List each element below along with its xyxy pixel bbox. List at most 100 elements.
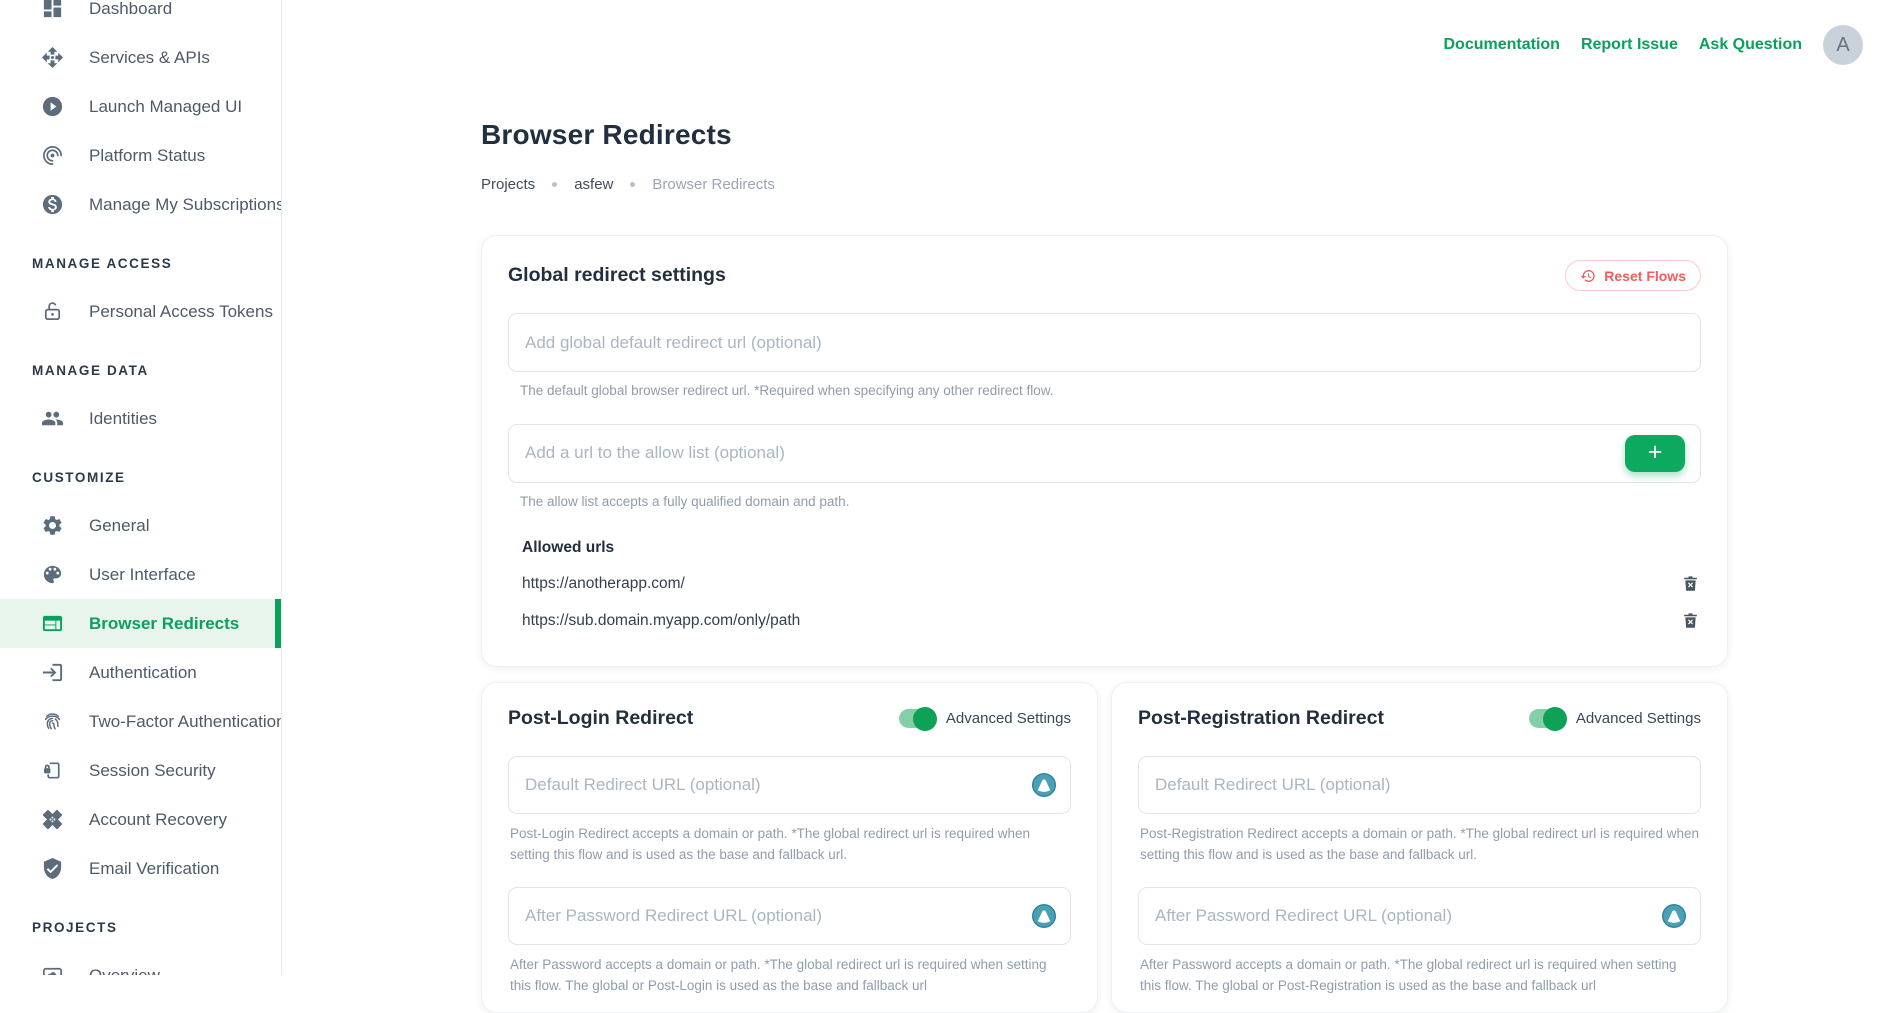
ask-question-link[interactable]: Ask Question <box>1699 36 1802 54</box>
sidebar-item-label: Authentication <box>89 663 197 683</box>
post-registration-advanced-toggle[interactable] <box>1529 709 1565 728</box>
allowed-urls-section: Allowed urls https://anotherapp.com/ htt… <box>522 539 1701 631</box>
documentation-link[interactable]: Documentation <box>1443 36 1559 54</box>
global-default-url-field <box>508 313 1701 372</box>
allowed-url-text: https://sub.domain.myapp.com/only/path <box>522 612 800 630</box>
device-lock-icon <box>40 759 64 783</box>
browser-window-icon <box>40 612 64 636</box>
status-radar-icon <box>40 144 64 168</box>
report-issue-link[interactable]: Report Issue <box>1581 36 1678 54</box>
dollar-circle-icon <box>40 193 64 217</box>
post-login-advanced-toggle[interactable] <box>899 709 935 728</box>
advanced-settings-label: Advanced Settings <box>1576 710 1701 727</box>
sidebar-nav: Dashboard Services & APIs Launch Managed… <box>0 0 281 975</box>
sidebar-item-label: General <box>89 516 149 536</box>
sidebar-item-browser-redirects[interactable]: Browser Redirects <box>0 599 281 648</box>
gear-icon <box>40 514 64 538</box>
reset-flows-button[interactable]: Reset Flows <box>1565 260 1701 291</box>
allowed-url-row: https://sub.domain.myapp.com/only/path <box>522 611 1701 631</box>
breadcrumb-project-name[interactable]: asfew <box>574 176 613 193</box>
global-card-title: Global redirect settings <box>508 264 726 287</box>
post-registration-after-password-input[interactable] <box>1138 887 1701 945</box>
sidebar-item-label: Services & APIs <box>89 48 210 68</box>
sidebar-item-label: Manage My Subscriptions <box>89 195 282 215</box>
sidebar-item-label: Overview <box>89 966 160 976</box>
mountain-badge-icon <box>1031 772 1057 798</box>
dashboard-icon <box>40 0 64 21</box>
palette-icon <box>40 563 64 587</box>
global-default-url-input[interactable] <box>508 313 1701 372</box>
sidebar-item-label: Account Recovery <box>89 810 227 830</box>
post-registration-default-helper: Post-Registration Redirect accepts a dom… <box>1140 824 1700 866</box>
sidebar-section-customize: CUSTOMIZE <box>0 453 281 501</box>
avatar[interactable]: A <box>1823 25 1863 65</box>
breadcrumb-projects[interactable]: Projects <box>481 176 535 193</box>
sidebar-item-session-security[interactable]: Session Security <box>0 746 281 795</box>
sidebar-item-platform-status[interactable]: Platform Status <box>0 131 281 180</box>
post-registration-card-title: Post-Registration Redirect <box>1138 707 1384 730</box>
trash-icon <box>1681 574 1701 593</box>
post-login-after-password-field <box>508 887 1071 945</box>
sidebar-item-label: User Interface <box>89 565 196 585</box>
services-apis-icon <box>40 46 64 70</box>
post-login-after-password-input[interactable] <box>508 887 1071 945</box>
toggle-knob <box>1543 707 1567 731</box>
sidebar-section-manage-data: MANAGE DATA <box>0 346 281 394</box>
sidebar-item-dashboard[interactable]: Dashboard <box>0 0 281 33</box>
allowed-urls-title: Allowed urls <box>522 539 1701 557</box>
shield-check-icon <box>40 857 64 881</box>
login-icon <box>40 661 64 685</box>
allow-list-url-input[interactable] <box>508 424 1701 483</box>
sidebar-item-manage-subscriptions[interactable]: Manage My Subscriptions <box>0 180 281 229</box>
sidebar-item-label: Identities <box>89 409 157 429</box>
global-redirect-settings-card: Global redirect settings Reset Flows The… <box>481 235 1728 667</box>
sidebar-item-label: Platform Status <box>89 146 205 166</box>
delete-url-button[interactable] <box>1681 611 1701 631</box>
sidebar-item-authentication[interactable]: Authentication <box>0 648 281 697</box>
sidebar-section-projects: PROJECTS <box>0 903 281 951</box>
sidebar-item-identities[interactable]: Identities <box>0 394 281 443</box>
post-login-card-title: Post-Login Redirect <box>508 707 693 730</box>
post-registration-after-password-field <box>1138 887 1701 945</box>
post-registration-default-url-input[interactable] <box>1138 756 1701 814</box>
sidebar-item-overview[interactable]: Overview <box>0 951 281 975</box>
allowed-url-row: https://anotherapp.com/ <box>522 574 1701 594</box>
lock-open-icon <box>40 300 64 324</box>
post-login-default-url-input[interactable] <box>508 756 1071 814</box>
post-login-after-password-helper: After Password accepts a domain or path.… <box>510 955 1070 997</box>
sidebar-item-label: Email Verification <box>89 859 219 879</box>
allow-list-helper: The allow list accepts a fully qualified… <box>520 492 1701 513</box>
sidebar-item-personal-access-tokens[interactable]: Personal Access Tokens <box>0 287 281 336</box>
post-registration-default-url-field <box>1138 756 1701 814</box>
sidebar-item-label: Dashboard <box>89 0 172 19</box>
avatar-initial: A <box>1836 34 1849 57</box>
toggle-knob <box>913 707 937 731</box>
sidebar-item-label: Browser Redirects <box>89 614 239 634</box>
sidebar-item-user-interface[interactable]: User Interface <box>0 550 281 599</box>
top-nav: Documentation Report Issue Ask Question … <box>1443 25 1863 65</box>
allow-list-url-field: + <box>508 424 1701 483</box>
sidebar-item-label: Two-Factor Authentication <box>89 712 282 732</box>
breadcrumb-separator-icon <box>552 182 557 187</box>
main-content: Browser Redirects Projects asfew Browser… <box>282 0 1904 975</box>
add-allow-url-button[interactable]: + <box>1625 435 1685 472</box>
sidebar-section-manage-access: MANAGE ACCESS <box>0 239 281 287</box>
post-login-default-url-field <box>508 756 1071 814</box>
sidebar-item-launch-managed-ui[interactable]: Launch Managed UI <box>0 82 281 131</box>
sidebar-item-general[interactable]: General <box>0 501 281 550</box>
sidebar-item-label: Personal Access Tokens <box>89 302 273 322</box>
sidebar-item-account-recovery[interactable]: Account Recovery <box>0 795 281 844</box>
global-default-url-helper: The default global browser redirect url.… <box>520 381 1701 402</box>
mountain-badge-icon <box>1031 903 1057 929</box>
sidebar-item-label: Session Security <box>89 761 216 781</box>
advanced-settings-label: Advanced Settings <box>946 710 1071 727</box>
sidebar: Dashboard Services & APIs Launch Managed… <box>0 0 282 975</box>
sidebar-item-email-verification[interactable]: Email Verification <box>0 844 281 893</box>
sidebar-item-services-apis[interactable]: Services & APIs <box>0 33 281 82</box>
post-login-default-helper: Post-Login Redirect accepts a domain or … <box>510 824 1070 866</box>
delete-url-button[interactable] <box>1681 574 1701 594</box>
image-cloud-icon <box>40 964 64 976</box>
sidebar-item-two-factor[interactable]: Two-Factor Authentication <box>0 697 281 746</box>
breadcrumb: Projects asfew Browser Redirects <box>481 176 1728 193</box>
breadcrumb-current: Browser Redirects <box>652 176 775 193</box>
